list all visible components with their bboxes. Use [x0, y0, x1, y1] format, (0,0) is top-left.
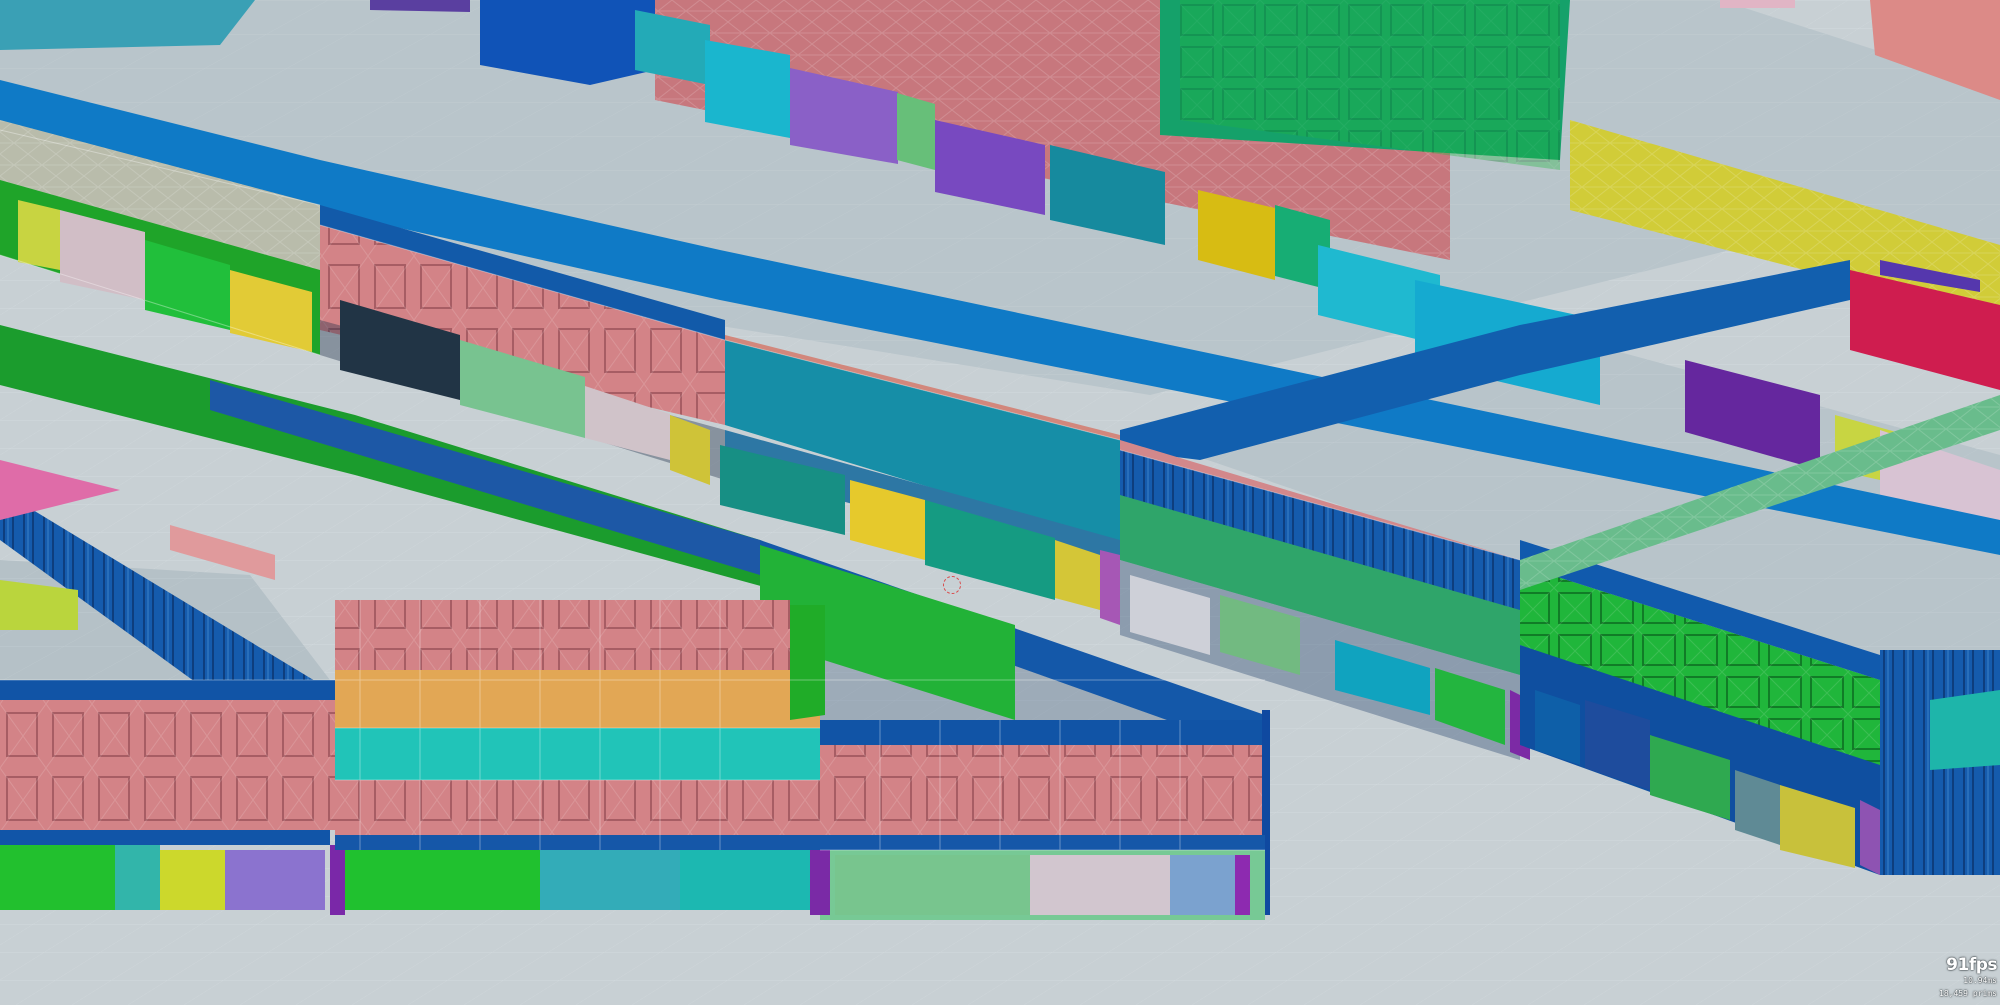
- 3d-viewport[interactable]: 91fps 10.94ms 18,459 prims: [0, 0, 2000, 1005]
- city-scene-render: [0, 0, 2000, 1005]
